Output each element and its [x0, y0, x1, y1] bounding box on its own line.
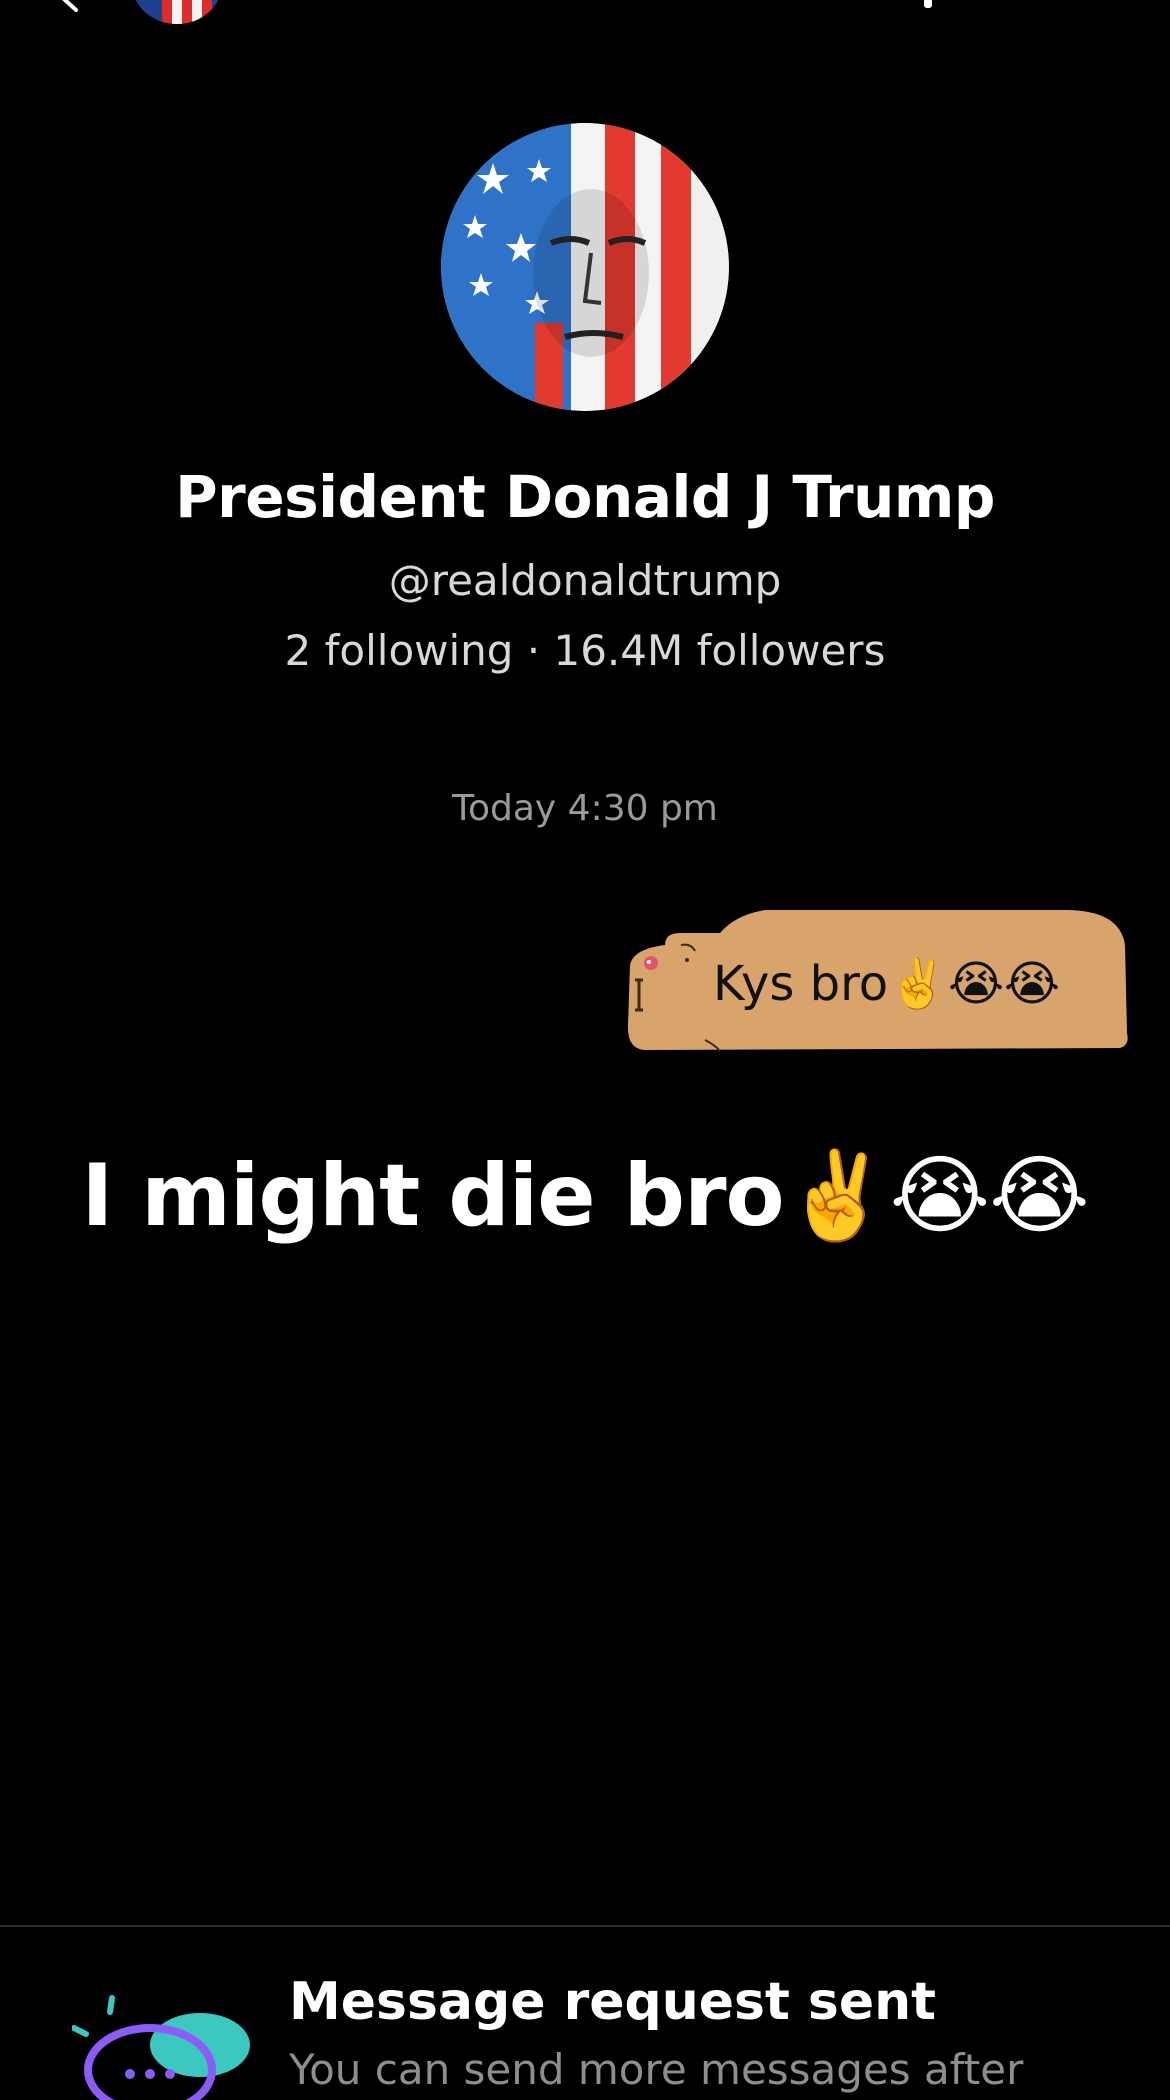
sent-message-text: Kys bro✌️😭😭 — [713, 956, 1061, 1012]
profile-name: President Donald J Trump — [175, 463, 995, 531]
message-request-icon — [72, 1995, 250, 2100]
request-subtitle: You can send more messages after — [289, 2045, 1024, 2094]
request-title: Message request sent — [289, 1972, 937, 2032]
info-icon[interactable] — [924, 0, 932, 8]
top-bar — [0, 0, 1170, 40]
chevron-left-icon[interactable] — [58, 0, 84, 12]
divider — [0, 1925, 1170, 1927]
received-message-text[interactable]: I might die bro✌️😭😭 — [0, 1145, 1170, 1246]
profile-avatar[interactable] — [441, 123, 729, 411]
profile-stats[interactable]: 2 following · 16.4M followers — [0, 626, 1170, 675]
profile-handle: @realdonaldtrump — [388, 556, 782, 605]
message-timestamp: Today 4:30 pm — [452, 788, 718, 829]
header-avatar[interactable] — [132, 0, 222, 24]
